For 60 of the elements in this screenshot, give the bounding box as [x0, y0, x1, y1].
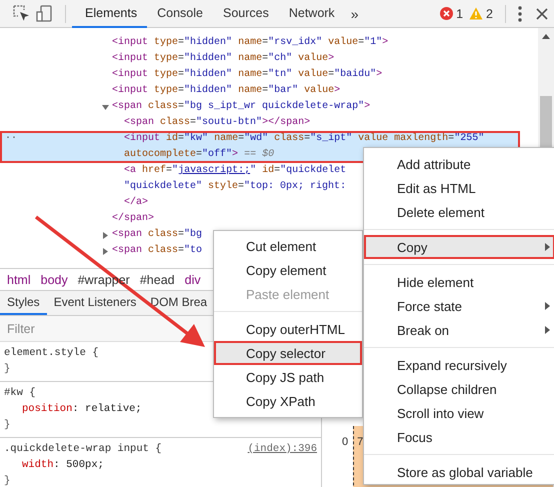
menu-item[interactable]: Store as global variable [364, 460, 554, 484]
dom-node-row[interactable]: <span class="to [0, 243, 202, 259]
warning-icon [469, 7, 484, 20]
menu-item[interactable]: Collapse children [364, 377, 554, 401]
dom-node-row[interactable]: <span class="soutu-btn"></span> [0, 115, 310, 131]
menu-item[interactable]: Copy JS path [214, 365, 362, 389]
dom-closing-tag: </span> [0, 211, 154, 227]
menu-item[interactable]: Force state [364, 294, 554, 318]
more-options-icon[interactable] [518, 6, 522, 22]
menu-item[interactable]: Copy [364, 235, 554, 259]
menu-item[interactable]: Break on [364, 318, 554, 342]
dom-node-row[interactable]: <span class="bg s_ipt_wr quickdelete-wrap"> [0, 99, 370, 115]
menu-item[interactable]: Edit as HTML [364, 176, 554, 200]
breadcrumb-item[interactable]: #head [134, 272, 180, 286]
css-brace: } [4, 474, 12, 487]
scroll-up-icon[interactable] [542, 34, 550, 39]
menu-item[interactable]: Cut element [214, 234, 362, 258]
warning-count[interactable]: 2 [486, 6, 493, 20]
css-brace: } [4, 418, 12, 433]
dom-node-row[interactable]: <input type="hidden" name="tn" value="baidu"> [0, 67, 382, 83]
panel-tab[interactable]: Console [147, 0, 213, 28]
device-toggle-icon[interactable] [36, 5, 53, 22]
menu-item[interactable]: Copy selector [214, 341, 362, 365]
dom-node-row[interactable]: <input type="hidden" name="ch" value> [0, 51, 334, 67]
menu-item[interactable]: Delete element [364, 200, 554, 224]
scrollbar-thumb[interactable] [540, 96, 552, 148]
breadcrumb-item[interactable]: html [2, 272, 36, 286]
menu-item[interactable]: Hide element [364, 270, 554, 294]
css-selector: .quickdelete-wrap input { [4, 442, 162, 457]
error-icon [440, 7, 454, 20]
breadcrumb-item[interactable]: body [36, 272, 73, 286]
collapsed-triangle-icon[interactable] [102, 248, 109, 255]
panel-tab[interactable]: Elements [72, 0, 148, 28]
collapsed-triangle-icon[interactable] [102, 232, 109, 239]
error-count[interactable]: 1 [456, 6, 464, 20]
panel-tab[interactable]: Network [278, 0, 345, 28]
menu-item[interactable]: Focus [364, 425, 554, 449]
inspect-element-icon[interactable] [13, 5, 30, 22]
sidebar-tab[interactable]: Event Listeners [46, 291, 144, 315]
panel-tab[interactable]: Sources [212, 0, 279, 28]
css-brace: } [4, 362, 12, 377]
box-model-value: 0 [342, 436, 348, 448]
source-link[interactable]: (index):396 [248, 441, 317, 457]
more-tabs-button[interactable]: » [344, 6, 364, 22]
expanded-triangle-icon[interactable] [102, 104, 109, 111]
dom-node-row[interactable]: <span class="bg [0, 227, 202, 243]
dom-node-row[interactable]: <input type="hidden" name="rsv_idx" value="1"> [0, 35, 388, 51]
menu-item[interactable]: Scroll into view [364, 401, 554, 425]
menu-item[interactable]: Expand recursively [364, 353, 554, 377]
dom-closing-tag: </a> [0, 195, 148, 211]
sidebar-tab[interactable]: DOM Brea [143, 291, 214, 315]
close-icon[interactable] [536, 8, 548, 20]
breadcrumb-item[interactable]: div [180, 272, 206, 286]
dom-node-row[interactable]: <input type="hidden" name="bar" value> [0, 83, 340, 99]
menu-item[interactable]: Copy element [214, 258, 362, 282]
css-selector: #kw { [4, 386, 36, 401]
css-declaration[interactable]: width: 500px; [4, 457, 317, 473]
css-selector: element.style { [4, 346, 99, 361]
menu-item[interactable]: Copy XPath [214, 389, 362, 413]
dom-node-row[interactable]: <a href="javascript:;" id="quickdelet "quickdelete" style="top: 0px; right: [0, 163, 346, 195]
